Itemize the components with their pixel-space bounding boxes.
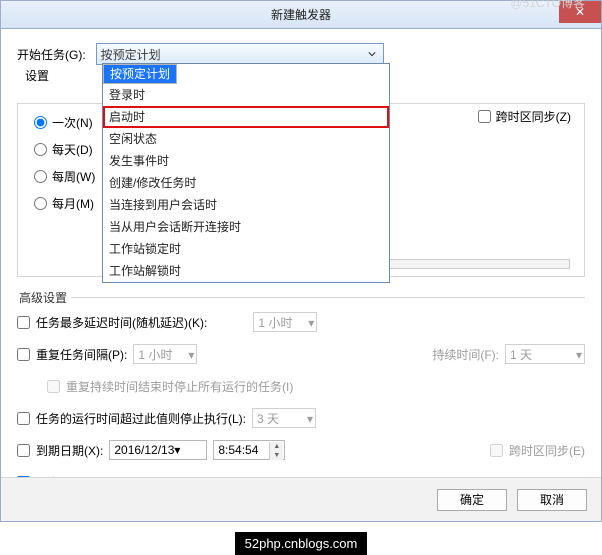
begin-task-dropdown-list[interactable]: 按预定计划 登录时 启动时 空闲状态 发生事件时 创建/修改任务时 当连接到用户… (102, 63, 390, 283)
radio-monthly-label: 每月(M) (52, 195, 94, 212)
chevron-down-icon: ▾ (308, 316, 314, 330)
caption-text: 52php.cnblogs.com (235, 532, 368, 555)
radio-daily-label: 每天(D) (52, 141, 93, 158)
expire-date-value: 2016/12/13 (114, 443, 174, 457)
begin-task-value: 按预定计划 (101, 46, 161, 63)
stop-longer-select[interactable]: 3 天 ▾ (252, 408, 316, 428)
chevron-down-icon: ▾ (576, 348, 582, 362)
expire-label: 到期日期(X): (36, 442, 103, 459)
dialog-title: 新建触发器 (271, 6, 331, 23)
dropdown-option[interactable]: 发生事件时 (103, 150, 389, 172)
expire-time-value: 8:54:54 (218, 443, 258, 457)
dropdown-option[interactable]: 当从用户会话断开连接时 (103, 216, 389, 238)
stop-at-end-checkbox (47, 380, 60, 393)
cross-tz-sync[interactable]: 跨时区同步(Z) (474, 107, 571, 126)
spin-down-icon[interactable]: ▼ (269, 451, 283, 460)
delay-checkbox[interactable] (17, 316, 30, 329)
image-caption: 52php.cnblogs.com (1, 536, 601, 551)
delay-label: 任务最多延迟时间(随机延迟)(K): (36, 314, 207, 331)
repeat-value: 1 小时 (138, 346, 172, 363)
ok-button[interactable]: 确定 (437, 489, 507, 511)
dropdown-option[interactable]: 工作站锁定时 (103, 238, 389, 260)
delay-value: 1 小时 (258, 314, 292, 331)
expire-date-input[interactable]: 2016/12/13 ▾ (109, 440, 207, 460)
duration-label: 持续时间(F): (432, 346, 499, 363)
expire-tz-checkbox (490, 444, 503, 457)
duration-select[interactable]: 1 天 ▾ (505, 344, 585, 364)
cross-tz-checkbox[interactable] (478, 110, 491, 123)
radio-once[interactable]: 一次(N) (34, 114, 95, 131)
radio-once-label: 一次(N) (52, 114, 93, 131)
advanced-divider (71, 297, 585, 298)
stop-at-end-label: 重复持续时间结束时停止所有运行的任务(I) (66, 378, 293, 395)
radio-weekly-input[interactable] (34, 170, 47, 183)
dropdown-option[interactable]: 启动时 (103, 106, 389, 128)
stop-longer-value: 3 天 (257, 410, 279, 427)
dropdown-option[interactable]: 按预定计划 (103, 64, 177, 84)
cancel-button[interactable]: 取消 (517, 489, 587, 511)
advanced-settings-label: 高级设置 (19, 289, 67, 306)
dropdown-option[interactable]: 当连接到用户会话时 (103, 194, 389, 216)
repeat-select[interactable]: 1 小时 ▾ (133, 344, 197, 364)
expire-time-input[interactable]: 8:54:54 ▲▼ (213, 440, 285, 460)
repeat-label: 重复任务间隔(P): (36, 346, 127, 363)
radio-monthly[interactable]: 每月(M) (34, 195, 95, 212)
begin-task-combobox[interactable]: 按预定计划 (96, 43, 384, 65)
watermark: @51CTO博客 (510, 0, 585, 11)
dropdown-option[interactable]: 空闲状态 (103, 128, 389, 150)
new-trigger-dialog: 新建触发器 ✕ 开始任务(G): 按预定计划 设置 按预定计划 登录时 启动时 … (0, 0, 602, 522)
duration-value: 1 天 (510, 346, 532, 363)
calendar-chevron-icon: ▾ (174, 443, 180, 457)
stop-longer-label: 任务的运行时间超过此值则停止执行(L): (36, 410, 246, 427)
chevron-down-icon (365, 47, 379, 61)
radio-monthly-input[interactable] (34, 197, 47, 210)
dropdown-option[interactable]: 登录时 (103, 84, 389, 106)
expire-checkbox[interactable] (17, 444, 30, 457)
chevron-down-icon: ▾ (188, 348, 194, 362)
cross-tz-label: 跨时区同步(Z) (496, 108, 571, 125)
chevron-down-icon: ▾ (307, 412, 313, 426)
radio-weekly-label: 每周(W) (52, 168, 95, 185)
radio-weekly[interactable]: 每周(W) (34, 168, 95, 185)
radio-daily-input[interactable] (34, 143, 47, 156)
stop-longer-checkbox[interactable] (17, 412, 30, 425)
begin-task-label: 开始任务(G): (17, 46, 86, 63)
dropdown-option[interactable]: 创建/修改任务时 (103, 172, 389, 194)
expire-tz-label: 跨时区同步(E) (509, 442, 585, 459)
settings-label: 设置 (25, 67, 49, 84)
delay-select[interactable]: 1 小时 ▾ (253, 312, 317, 332)
radio-daily[interactable]: 每天(D) (34, 141, 95, 158)
dialog-footer: 确定 取消 (1, 477, 601, 521)
spin-up-icon[interactable]: ▲ (269, 442, 283, 451)
dropdown-option[interactable]: 工作站解锁时 (103, 260, 389, 282)
repeat-checkbox[interactable] (17, 348, 30, 361)
radio-once-input[interactable] (34, 116, 47, 129)
time-spinner[interactable]: ▲▼ (269, 442, 283, 460)
